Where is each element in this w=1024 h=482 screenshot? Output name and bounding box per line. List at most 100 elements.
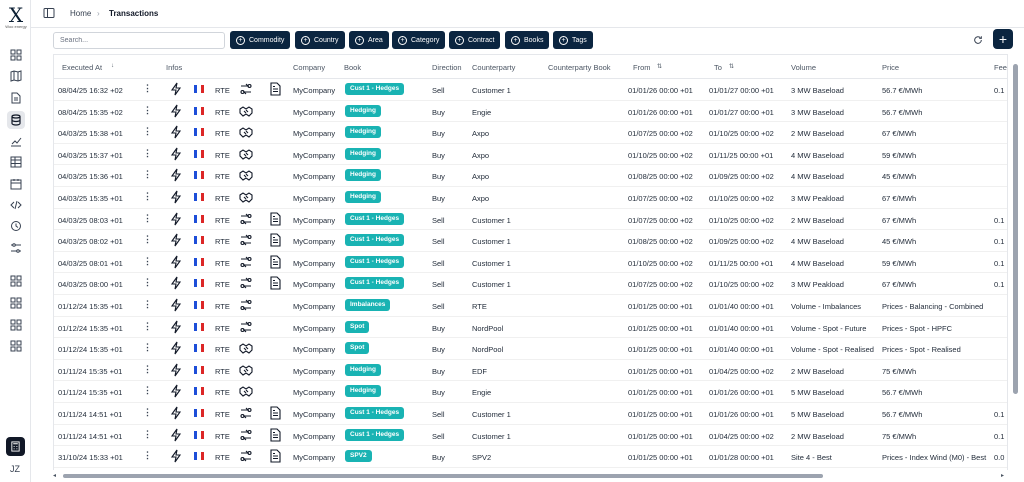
row-menu-icon[interactable]: ⋮	[143, 451, 152, 460]
breadcrumb-home[interactable]: Home	[70, 9, 91, 18]
row-menu-icon[interactable]: ⋮	[143, 408, 152, 417]
table-row[interactable]: 04/03/25 15:36 +01 ⋮ RTE MyCompany Hedging Bu…	[54, 165, 1007, 187]
sort-desc-icon[interactable]: ↓	[111, 63, 114, 69]
sidebar-toggle-icon[interactable]	[43, 7, 55, 19]
filter-tags-button[interactable]: + Tags	[553, 31, 593, 49]
table-icon[interactable]	[7, 153, 25, 171]
grid-icon-2[interactable]	[7, 294, 25, 312]
table-row[interactable]: 04/03/25 15:35 +01 ⋮ RTE MyCompany Hedging Bu…	[54, 187, 1007, 209]
row-menu-icon[interactable]: ⋮	[143, 84, 152, 93]
scroll-right-icon[interactable]: ▸	[1001, 472, 1004, 479]
table-row[interactable]: 08/04/25 16:32 +02 ⋮ RTE MyCompany Cust 1 - …	[54, 79, 1007, 101]
table-row[interactable]: 01/12/24 15:35 +01 ⋮ RTE MyCompany Spot Buy No…	[54, 338, 1007, 360]
document-icon[interactable]	[268, 276, 282, 290]
handshake-icon[interactable]	[239, 341, 253, 355]
scroll-left-icon[interactable]: ◂	[53, 472, 56, 479]
table-row[interactable]: 01/11/24 15:35 +01 ⋮ RTE MyCompany Hedging Bu…	[54, 381, 1007, 403]
calendar-icon[interactable]	[7, 175, 25, 193]
handshake-icon[interactable]	[239, 125, 253, 139]
table-row[interactable]: 04/03/25 15:38 +01 ⋮ RTE MyCompany Hedging Bu…	[54, 122, 1007, 144]
row-menu-icon[interactable]: ⋮	[143, 278, 152, 287]
row-menu-icon[interactable]: ⋮	[143, 127, 152, 136]
sort-icon[interactable]: ⇅	[729, 63, 734, 70]
grid-icon-4[interactable]	[7, 337, 25, 355]
swap-icon[interactable]	[239, 428, 253, 442]
document-icon[interactable]	[268, 255, 282, 269]
swap-icon[interactable]	[239, 298, 253, 312]
swap-icon[interactable]	[239, 449, 253, 463]
grid-icon-1[interactable]	[7, 272, 25, 290]
col-executed-at[interactable]: Executed At	[62, 63, 102, 72]
handshake-icon[interactable]	[239, 384, 253, 398]
app-logo[interactable]: X Woo energy	[4, 5, 28, 29]
col-volume[interactable]: Volume	[791, 63, 816, 72]
document-icon[interactable]	[268, 233, 282, 247]
row-menu-icon[interactable]: ⋮	[143, 148, 152, 158]
row-menu-icon[interactable]: ⋮	[143, 343, 152, 352]
row-menu-icon[interactable]: ⋮	[143, 192, 152, 201]
row-menu-icon[interactable]: ⋮	[143, 300, 152, 309]
col-from[interactable]: From	[633, 63, 651, 72]
col-fee[interactable]: Fee	[994, 63, 1007, 72]
table-row[interactable]: 01/12/24 15:35 +01 ⋮ RTE MyCompany Imbalance…	[54, 295, 1007, 317]
swap-icon[interactable]	[239, 320, 253, 334]
swap-icon[interactable]	[239, 406, 253, 420]
col-price[interactable]: Price	[882, 63, 899, 72]
handshake-icon[interactable]	[239, 147, 253, 161]
handshake-icon[interactable]	[239, 168, 253, 182]
swap-icon[interactable]	[239, 233, 253, 247]
table-row[interactable]: 04/03/25 08:03 +01 ⋮ RTE MyCompany Cust 1 - …	[54, 209, 1007, 231]
table-row[interactable]: 01/11/24 14:51 +01 ⋮ RTE MyCompany Cust 1 - …	[54, 403, 1007, 425]
filter-contract-button[interactable]: + Contract	[449, 31, 501, 49]
refresh-icon[interactable]	[970, 32, 986, 48]
history-icon[interactable]	[7, 217, 25, 235]
row-menu-icon[interactable]: ⋮	[143, 235, 152, 244]
document-icon[interactable]	[7, 89, 25, 107]
handshake-icon[interactable]	[239, 104, 253, 118]
code-icon[interactable]	[7, 196, 25, 214]
map-icon[interactable]	[7, 67, 25, 85]
row-menu-icon[interactable]: ⋮	[143, 429, 152, 439]
row-menu-icon[interactable]: ⋮	[143, 386, 152, 395]
table-row[interactable]: 01/11/24 14:51 +01 ⋮ RTE MyCompany Cust 1 - …	[54, 425, 1007, 447]
row-menu-icon[interactable]: ⋮	[143, 256, 152, 266]
scroll-thumb[interactable]	[1013, 64, 1018, 394]
table-row[interactable]: 04/03/25 08:01 +01 ⋮ RTE MyCompany Cust 1 - …	[54, 252, 1007, 274]
table-row[interactable]: 31/10/24 15:33 +01 ⋮ RTE MyCompany SPV2 Buy SP…	[54, 446, 1007, 468]
dashboard-icon[interactable]	[7, 46, 25, 64]
row-menu-icon[interactable]: ⋮	[143, 105, 152, 115]
horizontal-scrollbar[interactable]: ◂ ▸	[53, 472, 1008, 480]
filter-category-button[interactable]: + Category	[392, 31, 446, 49]
handshake-icon[interactable]	[239, 190, 253, 204]
col-book[interactable]: Book	[344, 63, 361, 72]
document-icon[interactable]	[268, 212, 282, 226]
handshake-icon[interactable]	[239, 363, 253, 377]
database-icon[interactable]	[7, 111, 25, 129]
row-menu-icon[interactable]: ⋮	[143, 321, 152, 331]
user-avatar[interactable]: JZ	[4, 464, 26, 474]
filter-area-button[interactable]: + Area	[349, 31, 389, 49]
document-icon[interactable]	[268, 82, 282, 96]
vertical-scrollbar[interactable]	[1012, 54, 1019, 470]
row-menu-icon[interactable]: ⋮	[143, 213, 152, 223]
col-counterparty[interactable]: Counterparty	[472, 63, 515, 72]
col-infos[interactable]: Infos	[166, 63, 182, 72]
table-row[interactable]: 04/03/25 08:02 +01 ⋮ RTE MyCompany Cust 1 - …	[54, 230, 1007, 252]
col-to[interactable]: To	[714, 63, 722, 72]
swap-icon[interactable]	[239, 276, 253, 290]
row-menu-icon[interactable]: ⋮	[143, 364, 152, 374]
chart-icon[interactable]	[7, 132, 25, 150]
table-row[interactable]: 01/11/24 15:35 +01 ⋮ RTE MyCompany Hedging Bu…	[54, 360, 1007, 382]
col-direction[interactable]: Direction	[432, 63, 462, 72]
row-menu-icon[interactable]: ⋮	[143, 170, 152, 179]
document-icon[interactable]	[268, 428, 282, 442]
filter-country-button[interactable]: + Country	[295, 31, 345, 49]
add-transaction-button[interactable]: +	[993, 29, 1013, 49]
grid-icon-3[interactable]	[7, 316, 25, 334]
filter-books-button[interactable]: + Books	[505, 31, 550, 49]
document-icon[interactable]	[268, 406, 282, 420]
swap-icon[interactable]	[239, 212, 253, 226]
sort-icon[interactable]: ⇅	[657, 63, 662, 70]
swap-icon[interactable]	[239, 255, 253, 269]
filter-commodity-button[interactable]: + Commodity	[230, 31, 291, 49]
